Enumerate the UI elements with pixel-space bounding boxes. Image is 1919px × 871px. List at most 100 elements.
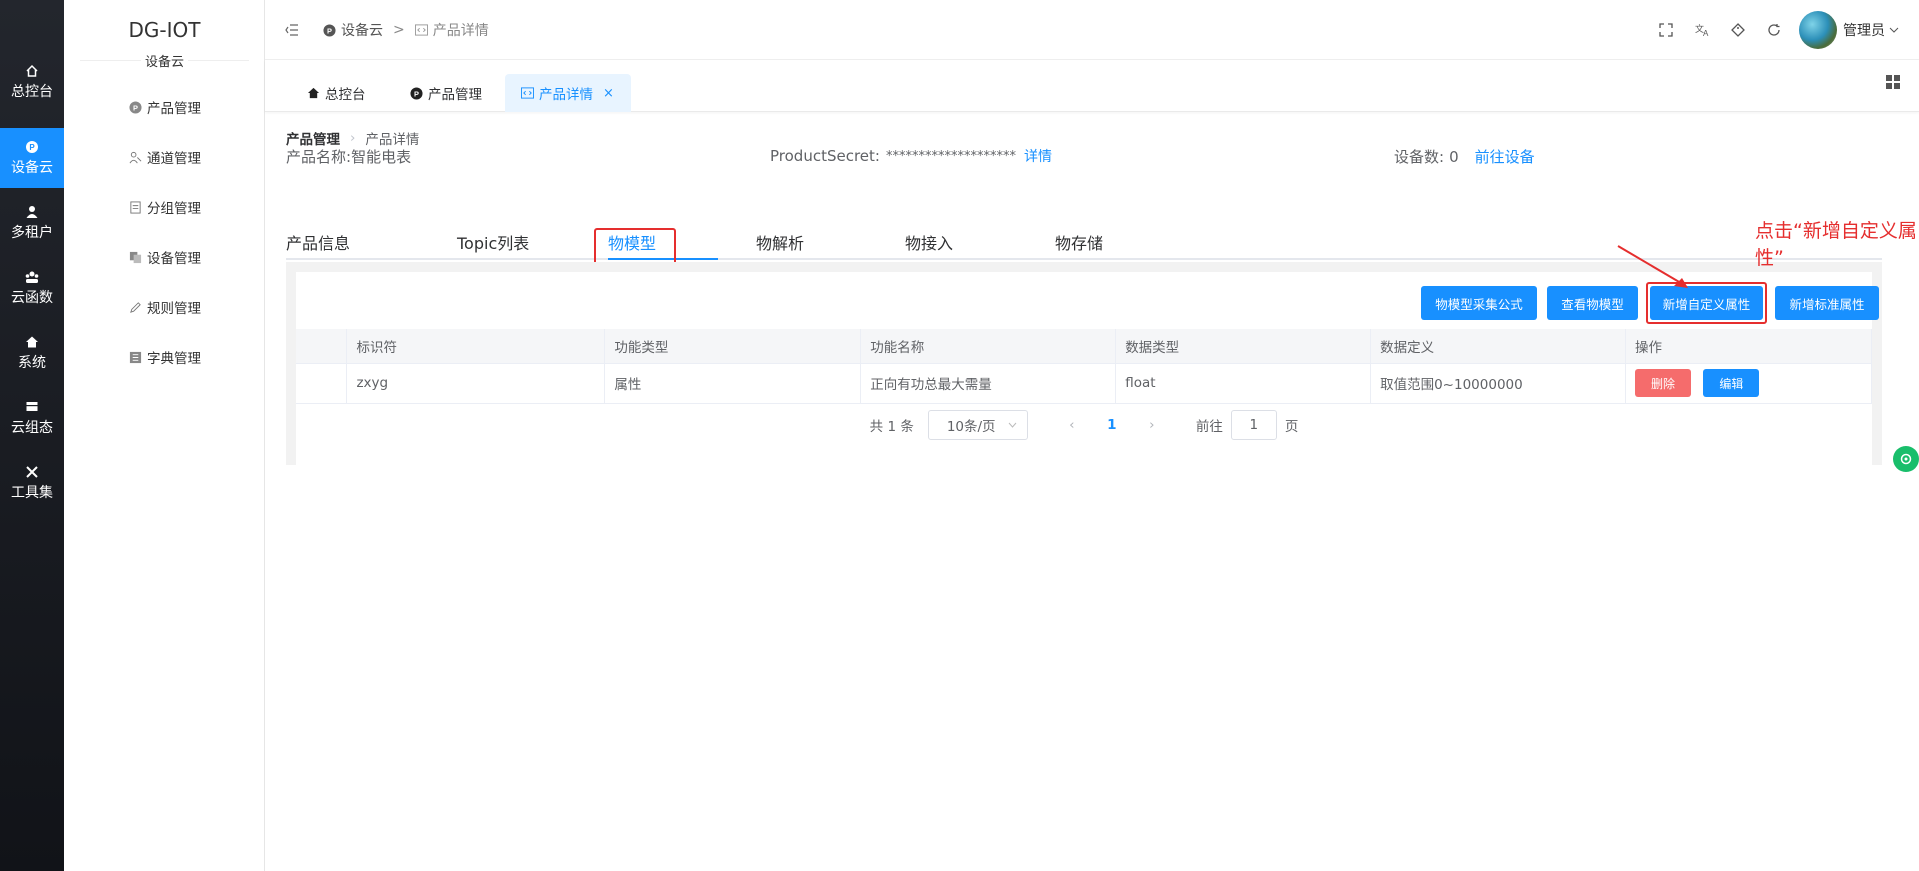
goto-label: 前往 bbox=[1195, 419, 1223, 435]
tab-label: 总控台 bbox=[325, 87, 366, 103]
svg-text:P: P bbox=[414, 89, 419, 98]
home-icon bbox=[26, 64, 38, 77]
product-name-label: 产品名称: bbox=[286, 148, 352, 166]
edit-button[interactable]: 编辑 bbox=[1703, 369, 1760, 397]
table-header-cell: 数据类型 bbox=[1115, 329, 1372, 364]
fullscreen-icon[interactable] bbox=[1657, 21, 1675, 39]
menu-collapse-icon[interactable] bbox=[285, 24, 299, 36]
tab-topic-list[interactable]: Topic列表 bbox=[457, 230, 529, 254]
settings-float-button[interactable] bbox=[1893, 446, 1919, 472]
table-header-cell: 操作 bbox=[1625, 329, 1872, 364]
sidebar-item-tools[interactable]: 工具集 bbox=[0, 453, 64, 513]
sidebar-item-system[interactable]: 系统 bbox=[0, 323, 64, 383]
prev-page-button[interactable]: ‹ bbox=[1052, 417, 1092, 433]
delete-button[interactable]: 删除 bbox=[1635, 369, 1692, 397]
svg-text:A: A bbox=[1703, 29, 1709, 37]
breadcrumb: 产品管理 › 产品详情 bbox=[286, 128, 419, 148]
copy-icon bbox=[128, 250, 142, 264]
house-icon bbox=[26, 336, 38, 347]
sidebar-item-label: 云函数 bbox=[11, 289, 53, 306]
tab-product-info[interactable]: 产品信息 bbox=[286, 230, 350, 254]
annotation-arrow bbox=[1617, 245, 1688, 288]
tab-product-detail[interactable]: 产品详情 × bbox=[505, 74, 631, 112]
brand-title: DG-IOT bbox=[128, 18, 201, 42]
channel-icon bbox=[128, 150, 142, 164]
submenu-item-dictionary[interactable]: 字典管理 bbox=[64, 339, 265, 375]
tab-thing-parse[interactable]: 物解析 bbox=[756, 230, 804, 254]
sidebar-item-device-cloud[interactable]: P 设备云 bbox=[0, 128, 64, 188]
submenu-item-label: 设备管理 bbox=[147, 251, 201, 267]
goto-devices-link[interactable]: 前往设备 bbox=[1475, 146, 1535, 167]
add-standard-property-button[interactable]: 新增标准属性 bbox=[1775, 286, 1879, 320]
tab-thing-storage[interactable]: 物存储 bbox=[1055, 230, 1103, 254]
tab-thing-access[interactable]: 物接入 bbox=[905, 230, 953, 254]
user-icon bbox=[26, 205, 38, 218]
user-name[interactable]: 管理员 bbox=[1843, 20, 1885, 40]
sidebar-item-tenant[interactable]: 多租户 bbox=[0, 193, 64, 253]
top-breadcrumb: P 设备云 > 产品详情 bbox=[285, 20, 489, 40]
translate-icon[interactable]: 文A bbox=[1693, 21, 1711, 39]
tag-icon[interactable] bbox=[1729, 21, 1747, 39]
table-header-cell bbox=[296, 329, 348, 364]
breadcrumb-current: 产品详情 bbox=[365, 132, 420, 148]
table-header-cell: 功能名称 bbox=[860, 329, 1117, 364]
device-count-value: 0 bbox=[1449, 147, 1459, 166]
svg-text:P: P bbox=[29, 143, 35, 152]
page-number-current[interactable]: 1 bbox=[1092, 417, 1132, 433]
tab-product-management[interactable]: P 产品管理 bbox=[394, 74, 498, 112]
refresh-icon[interactable] bbox=[1765, 21, 1783, 39]
device-count-info: 设备数: 0 前往设备 bbox=[1394, 146, 1535, 167]
top-crumb-device-cloud[interactable]: 设备云 bbox=[341, 20, 383, 40]
submenu-item-rule[interactable]: 规则管理 bbox=[64, 289, 265, 325]
top-crumb-product-detail: 产品详情 bbox=[432, 23, 489, 39]
product-secret-info: ProductSecret: ******************** 详情 bbox=[770, 146, 1052, 166]
table-cell-identifier: zxyg bbox=[346, 363, 606, 404]
sidebar-item-label: 工具集 bbox=[11, 484, 53, 501]
brand-subtitle-text: 设备云 bbox=[140, 55, 188, 70]
chevron-down-icon[interactable] bbox=[1889, 27, 1899, 33]
grid-menu-icon[interactable] bbox=[1885, 74, 1901, 90]
product-secret-value: ******************** bbox=[885, 148, 1016, 164]
svg-text:P: P bbox=[327, 26, 332, 35]
close-icon[interactable]: × bbox=[603, 86, 614, 101]
table-header-cell: 功能类型 bbox=[604, 329, 862, 364]
formula-button[interactable]: 物模型采集公式 bbox=[1421, 286, 1537, 320]
sidebar-item-console[interactable]: 总控台 bbox=[0, 52, 64, 112]
monitor-icon bbox=[26, 401, 38, 411]
view-tab-strip: 总控台 P 产品管理 产品详情 × bbox=[265, 60, 1919, 112]
submenu-item-label: 产品管理 bbox=[147, 101, 201, 117]
table-header-cell: 标识符 bbox=[346, 329, 606, 364]
annotation-text: 点击“新增自定义属性” bbox=[1755, 220, 1917, 269]
sidebar-item-label: 系统 bbox=[18, 354, 46, 371]
submenu-item-channel[interactable]: 通道管理 bbox=[64, 139, 265, 175]
document-icon bbox=[128, 200, 142, 214]
tab-console[interactable]: 总控台 bbox=[291, 74, 382, 112]
pagination: 共 1 条 10条/页 ‹ 1 › 前往 1 页 bbox=[296, 410, 1872, 440]
page-size-select[interactable]: 10条/页 bbox=[927, 410, 1028, 440]
thing-model-card: 物模型采集公式 查看物模型 新增自定义属性 新增标准属性 标识符 功能类型 功能… bbox=[296, 272, 1879, 465]
pagination-total: 共 1 条 bbox=[869, 419, 914, 435]
submenu-item-product[interactable]: P 产品管理 bbox=[64, 89, 265, 125]
breadcrumb-parent[interactable]: 产品管理 bbox=[286, 128, 340, 148]
goto-page-input[interactable]: 1 bbox=[1230, 410, 1277, 440]
breadcrumb-separator: › bbox=[350, 130, 356, 146]
submenu-item-group[interactable]: 分组管理 bbox=[64, 189, 265, 225]
page-size-value: 10条/页 bbox=[946, 419, 996, 435]
table-cell-data-def: 取值范围0~10000000 bbox=[1370, 363, 1627, 404]
product-name-info: 产品名称: 智能电表 bbox=[286, 146, 411, 167]
device-count-label: 设备数: bbox=[1394, 148, 1445, 166]
table-row: zxyg 属性 正向有功总最大需量 float 取值范围0~10000000 删… bbox=[296, 363, 1872, 404]
sidebar-item-cloud-config[interactable]: 云组态 bbox=[0, 388, 64, 448]
primary-sidebar: 总控台 P 设备云 多租户 云函数 系统 云组态 工具集 bbox=[0, 0, 64, 871]
submenu-item-device[interactable]: 设备管理 bbox=[64, 239, 265, 275]
sidebar-item-label: 总控台 bbox=[11, 83, 53, 100]
pencil-icon bbox=[128, 300, 142, 314]
avatar[interactable] bbox=[1799, 11, 1837, 49]
secret-detail-link[interactable]: 详情 bbox=[1024, 146, 1052, 166]
sidebar-item-cloud-function[interactable]: 云函数 bbox=[0, 258, 64, 318]
secondary-menu: DG-IOT 设备云 P 产品管理 通道管理 分组管理 设备管理 规则管理 字典… bbox=[64, 0, 265, 871]
next-page-button[interactable]: › bbox=[1132, 417, 1172, 433]
svg-text:P: P bbox=[133, 103, 138, 112]
table-cell-func-type: 属性 bbox=[604, 363, 862, 404]
table-cell-func-name: 正向有功总最大需量 bbox=[860, 363, 1117, 404]
